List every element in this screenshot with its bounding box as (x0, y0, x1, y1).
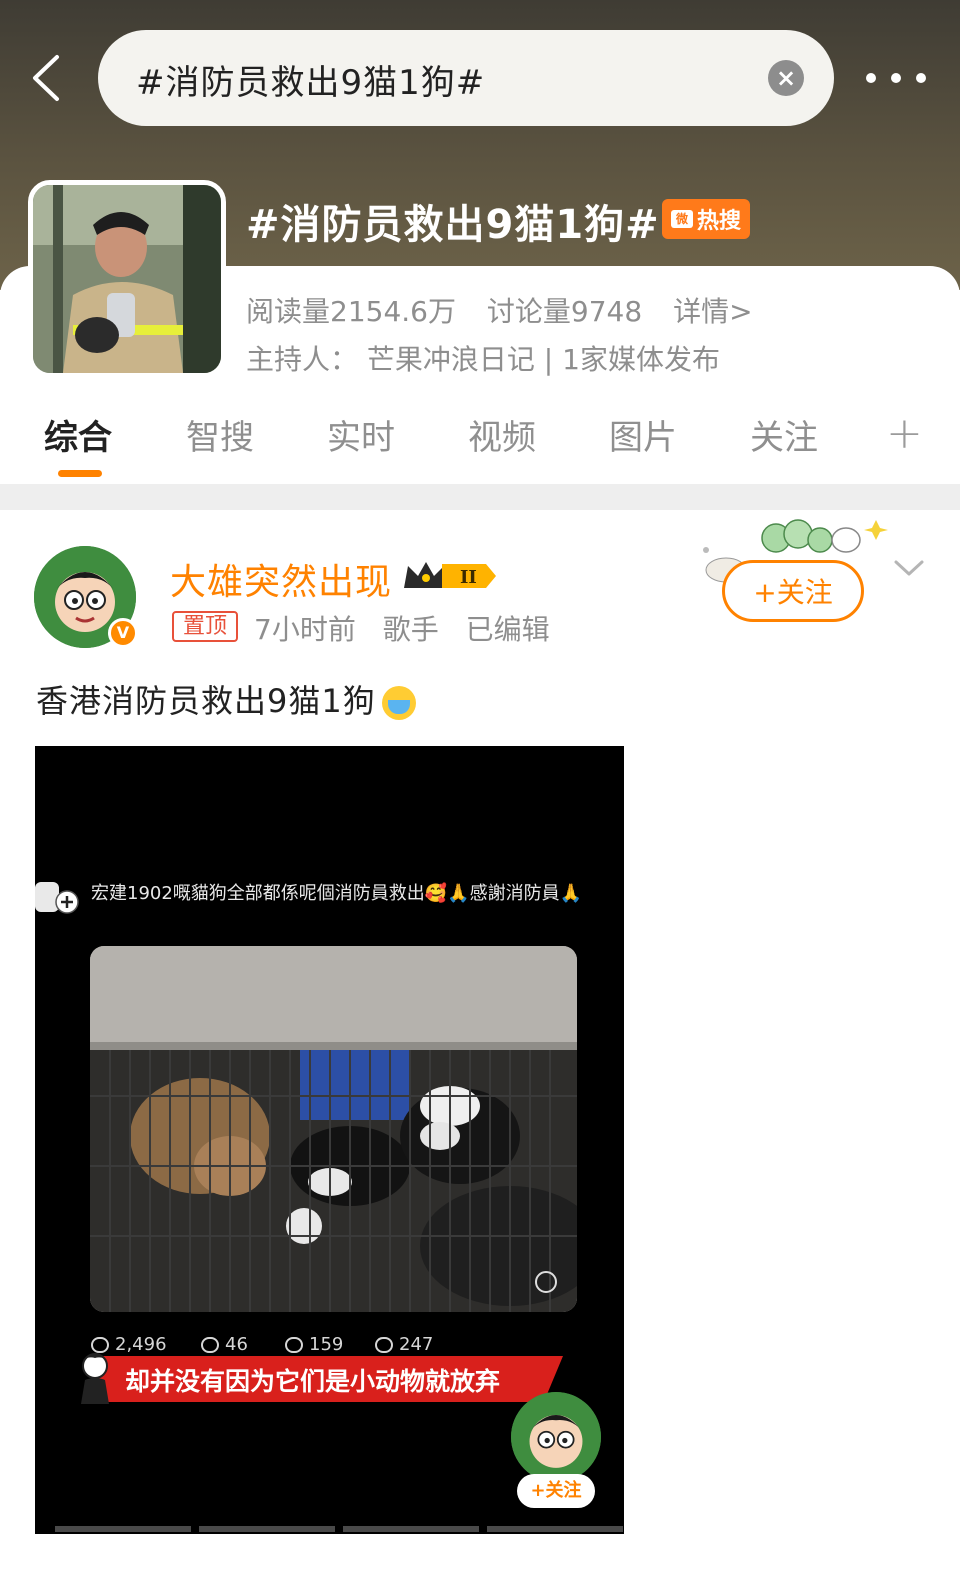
hot-badge-label: 热搜 (696, 209, 741, 234)
topic-details-link[interactable]: 详情> (673, 295, 752, 328)
post-time: 7小时前 (254, 613, 356, 646)
tab-video[interactable]: 视频 (468, 410, 536, 459)
comment-icon (201, 1337, 219, 1353)
back-arrow-icon (33, 55, 59, 101)
topic-thumbnail[interactable] (28, 180, 226, 378)
close-circle-icon[interactable]: × (768, 60, 804, 96)
tab-following[interactable]: 关注 (750, 410, 818, 459)
video-shares-count: 247 (399, 1334, 434, 1355)
cats-in-cage-image (90, 946, 577, 1312)
topic-host: 主持人： 芒果冲浪日记 | 1家媒体发布 (246, 343, 720, 376)
avatar-cartoon-image (511, 1392, 601, 1482)
tab-smart-search[interactable]: 智搜 (186, 410, 254, 459)
video-stats: 2,496 46 159 247 (91, 1330, 471, 1360)
video-avatar[interactable] (511, 1392, 601, 1482)
video-comments[interactable]: 46 (201, 1334, 248, 1355)
post-source: 歌手 (382, 613, 439, 646)
video-reposts[interactable]: 159 (285, 1334, 343, 1355)
topic-stats: 阅读量2154.6万 讨论量9748 详情> (246, 290, 775, 330)
pager-segment (199, 1526, 335, 1532)
hot-search-badge: 微 热搜 (662, 199, 750, 239)
crown-level-icon: II (404, 562, 496, 588)
cage-photo (90, 946, 577, 1312)
firefighter-photo-image (33, 185, 221, 373)
tab-comprehensive[interactable]: 综合 (44, 410, 112, 459)
add-tab-icon[interactable]: + (886, 408, 923, 459)
video-comments-count: 46 (225, 1334, 248, 1355)
pager-segment (487, 1526, 623, 1532)
post-text: 香港消防员救出9猫1狗 (36, 676, 416, 722)
level-text: II (460, 567, 477, 588)
video-subtitle: 却并没有因为它们是小动物就放弃 (125, 1367, 501, 1396)
tab-images[interactable]: 图片 (609, 410, 677, 459)
username[interactable]: 大雄突然出现 (170, 553, 392, 605)
cartoon-figure-icon (81, 1353, 109, 1404)
video-caption: 宏建1902嘅貓狗全部都係呢個消防員救出🥰🙏感謝消防員🙏 (91, 883, 583, 904)
post-meta: 7小时前 歌手 已编辑 (254, 608, 568, 648)
chevron-down-icon[interactable] (892, 554, 926, 582)
video-reposts-count: 159 (309, 1334, 344, 1355)
verified-icon: V (108, 618, 138, 648)
share-icon (375, 1337, 393, 1353)
more-dot-icon (866, 73, 876, 83)
crying-emoji-icon (381, 686, 416, 720)
tab-bar: 综合 智搜 实时 视频 图片 关注 (0, 400, 960, 484)
active-tab-indicator (58, 470, 102, 477)
video-shares[interactable]: 247 (375, 1334, 433, 1355)
back-button[interactable] (22, 50, 70, 106)
more-dot-icon (916, 73, 926, 83)
repost-icon (285, 1337, 303, 1353)
video-player[interactable]: 宏建1902嘅貓狗全部都係呢個消防員救出🥰🙏感謝消防員🙏 2,496 46 15… (35, 746, 624, 1534)
search-input[interactable]: #消防员救出9猫1狗# × (98, 30, 834, 126)
image-pager-bar (55, 1526, 623, 1532)
pager-segment (343, 1526, 479, 1532)
pinned-badge: 置顶 (172, 611, 238, 642)
follow-button[interactable]: +关注 (722, 560, 864, 622)
post-text-content: 香港消防员救出9猫1狗 (36, 682, 376, 720)
video-follow-button[interactable]: +关注 (517, 1474, 595, 1508)
more-options-button[interactable] (866, 64, 926, 92)
tab-realtime[interactable]: 实时 (327, 410, 395, 459)
post-edited: 已编辑 (465, 613, 550, 646)
section-divider (0, 484, 960, 510)
topic-discussions: 讨论量9748 (486, 295, 643, 328)
topic-reads: 阅读量2154.6万 (246, 295, 456, 328)
add-circle-icon (35, 882, 79, 914)
hot-logo-icon: 微 (670, 210, 693, 228)
topic-title: #消防员救出9猫1狗# (246, 202, 660, 248)
search-query-text: #消防员救出9猫1狗# (136, 63, 486, 103)
more-dot-icon (891, 73, 901, 83)
video-likes-count: 2,496 (115, 1334, 167, 1355)
pager-segment (55, 1526, 191, 1532)
